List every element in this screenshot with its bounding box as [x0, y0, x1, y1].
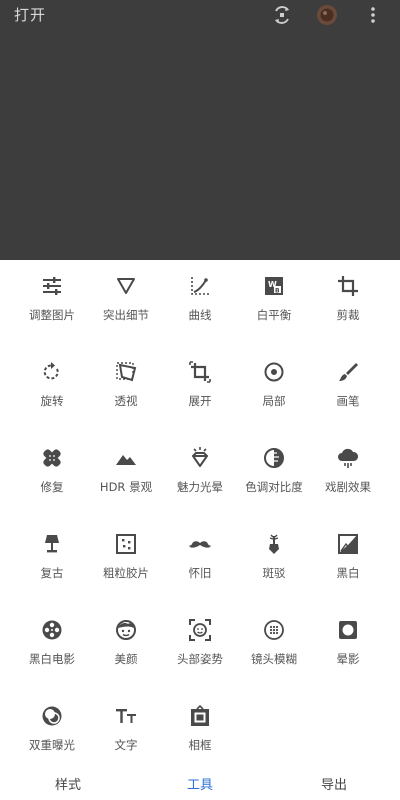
tool-healing[interactable]: 修复 — [12, 442, 92, 522]
triangle-down-icon — [114, 274, 138, 298]
tool-label: 头部姿势 — [177, 652, 223, 666]
tool-label: 旋转 — [40, 394, 64, 408]
tool-noir[interactable]: 黑白电影 — [12, 614, 92, 694]
bottom-navigation: 样式 工具 导出 — [0, 768, 400, 800]
tool-drama[interactable]: 戏剧效果 — [308, 442, 388, 522]
tool-grainy-film[interactable]: 粗粒胶片 — [86, 528, 166, 608]
tab-styles[interactable]: 样式 — [28, 774, 108, 793]
frame-icon — [188, 704, 212, 728]
tool-label: 局部 — [262, 394, 286, 408]
tool-label: 粗粒胶片 — [103, 566, 149, 580]
tool-label: 美颜 — [114, 652, 138, 666]
tool-label: 晕影 — [336, 652, 360, 666]
tab-export[interactable]: 导出 — [294, 774, 374, 793]
perspective-icon — [114, 360, 138, 384]
tool-label: 怀旧 — [188, 566, 212, 580]
tool-label: 文字 — [114, 738, 138, 752]
grainy-film-icon — [114, 532, 138, 556]
open-button[interactable]: 打开 — [14, 4, 46, 25]
brush-icon — [336, 360, 360, 384]
white-balance-icon: W B — [262, 274, 286, 298]
tool-lens-blur[interactable]: 镜头模糊 — [234, 614, 314, 694]
tool-label: 魅力光晕 — [177, 480, 223, 494]
tool-label: 戏剧效果 — [325, 480, 371, 494]
expand-icon — [188, 360, 212, 384]
tool-label: 调整图片 — [29, 308, 75, 322]
head-pose-icon — [188, 618, 212, 642]
double-exposure-icon — [40, 704, 64, 728]
more-vert-icon[interactable] — [366, 4, 380, 26]
tool-label: 斑驳 — [262, 566, 286, 580]
text-icon — [114, 704, 138, 728]
rotate-icon — [40, 360, 64, 384]
tool-hdr-scape[interactable]: HDR 景观 — [86, 442, 166, 522]
tool-brush[interactable]: 画笔 — [308, 356, 388, 436]
tool-label: 相框 — [188, 738, 212, 752]
avatar-icon[interactable] — [316, 4, 338, 26]
tool-label: 透视 — [114, 394, 138, 408]
tool-label: 色调对比度 — [245, 480, 303, 494]
lens-blur-icon — [262, 618, 286, 642]
tab-tools[interactable]: 工具 — [160, 774, 240, 793]
lamp-icon — [40, 532, 64, 556]
tool-label: 曲线 — [188, 308, 212, 322]
tools-sheet: 调整图片 突出细节 曲线 W B 白平衡 剪裁 旋转 透视 展开 局部 画笔 修… — [0, 260, 400, 800]
curves-icon — [188, 274, 212, 298]
tonal-contrast-icon — [262, 446, 286, 470]
tool-label: 画笔 — [336, 394, 360, 408]
tool-crop[interactable]: 剪裁 — [308, 270, 388, 350]
healing-bandage-icon — [40, 446, 64, 470]
tool-face-enhance[interactable]: 美颜 — [86, 614, 166, 694]
face-icon — [114, 618, 138, 642]
tool-tonal-contrast[interactable]: 色调对比度 — [234, 442, 314, 522]
film-reel-icon — [40, 618, 64, 642]
tool-tune-image[interactable]: 调整图片 — [12, 270, 92, 350]
tool-label: HDR 景观 — [99, 480, 153, 494]
tool-vintage[interactable]: 复古 — [12, 528, 92, 608]
diamond-glow-icon — [188, 446, 212, 470]
tool-perspective[interactable]: 透视 — [86, 356, 166, 436]
tool-expand[interactable]: 展开 — [160, 356, 240, 436]
image-preview-area: 打开 — [0, 0, 400, 260]
grunge-guitar-icon — [262, 532, 286, 556]
black-white-icon — [336, 532, 360, 556]
tool-retrolux[interactable]: 怀旧 — [160, 528, 240, 608]
mustache-icon — [188, 532, 212, 556]
tool-rotate[interactable]: 旋转 — [12, 356, 92, 436]
tool-label: 修复 — [40, 480, 64, 494]
tool-label: 展开 — [188, 394, 212, 408]
vignette-icon — [336, 618, 360, 642]
tool-label: 双重曝光 — [29, 738, 75, 752]
tool-selective[interactable]: 局部 — [234, 356, 314, 436]
tool-white-balance[interactable]: W B 白平衡 — [234, 270, 314, 350]
snapseed-app: 打开 调整图片 突出细节 曲线 W B 白平衡 剪裁 旋转 透视 展开 局部 画… — [0, 0, 400, 800]
tool-grunge[interactable]: 斑驳 — [234, 528, 314, 608]
tool-label: 复古 — [40, 566, 64, 580]
selective-icon — [262, 360, 286, 384]
tool-label: 黑白电影 — [29, 652, 75, 666]
drama-cloud-icon — [336, 446, 360, 470]
info-layers-icon[interactable] — [272, 4, 292, 26]
tune-sliders-icon — [40, 274, 64, 298]
tool-glamour-glow[interactable]: 魅力光晕 — [160, 442, 240, 522]
tool-head-pose[interactable]: 头部姿势 — [160, 614, 240, 694]
tool-details[interactable]: 突出细节 — [86, 270, 166, 350]
tool-vignette[interactable]: 晕影 — [308, 614, 388, 694]
tool-label: 突出细节 — [103, 308, 149, 322]
tool-label: 剪裁 — [336, 308, 360, 322]
tool-label: 黑白 — [336, 566, 360, 580]
tool-curves[interactable]: 曲线 — [160, 270, 240, 350]
tool-label: 镜头模糊 — [251, 652, 297, 666]
tool-label: 白平衡 — [256, 308, 292, 322]
crop-icon — [336, 274, 360, 298]
tool-black-white[interactable]: 黑白 — [308, 528, 388, 608]
mountain-icon — [114, 446, 138, 470]
svg-text:B: B — [275, 288, 280, 295]
